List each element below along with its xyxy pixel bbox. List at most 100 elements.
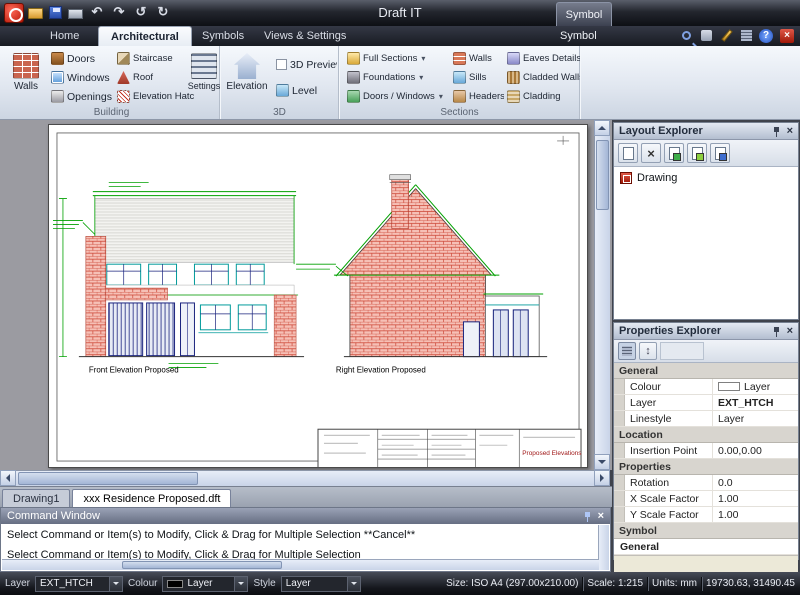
staircase-icon bbox=[117, 52, 130, 65]
help-icon[interactable]: ? bbox=[759, 29, 773, 43]
categorized-view-button[interactable] bbox=[618, 342, 636, 360]
level-button[interactable]: Level bbox=[273, 82, 337, 99]
group-label-sections: Sections bbox=[340, 107, 579, 118]
headers-button[interactable]: Headers bbox=[450, 88, 504, 105]
section-walls-button[interactable]: Walls bbox=[450, 50, 504, 67]
new-layout-icon bbox=[623, 147, 634, 160]
right-elevation[interactable]: Right Elevation Proposed bbox=[296, 175, 547, 375]
vertical-scroll-thumb[interactable] bbox=[596, 140, 609, 210]
category-properties[interactable]: Properties bbox=[614, 459, 798, 475]
front-elevation[interactable]: Front Elevation Proposed bbox=[53, 183, 304, 375]
edit-icon[interactable] bbox=[721, 29, 732, 42]
scroll-up-button[interactable] bbox=[594, 120, 610, 136]
category-location[interactable]: Location bbox=[614, 427, 798, 443]
property-row-insertion-point[interactable]: Insertion Point 0.00,0.00 bbox=[614, 443, 798, 459]
properties-explorer-header[interactable]: Properties Explorer × bbox=[614, 323, 798, 340]
sills-button[interactable]: Sills bbox=[450, 69, 504, 86]
walls-button[interactable]: Walls bbox=[6, 48, 46, 104]
scroll-down-button[interactable] bbox=[594, 454, 610, 470]
pin-icon[interactable] bbox=[772, 326, 781, 337]
colour-label: Colour bbox=[128, 578, 157, 589]
close-icon[interactable]: × bbox=[780, 29, 794, 43]
elevation-button[interactable]: Elevation bbox=[225, 48, 269, 104]
grid-icon[interactable] bbox=[741, 30, 752, 41]
property-row-x-scale[interactable]: X Scale Factor 1.00 bbox=[614, 491, 798, 507]
contextual-tab-symbol[interactable]: Symbol bbox=[556, 2, 612, 26]
opening-icon bbox=[51, 90, 64, 103]
category-general[interactable]: General bbox=[614, 363, 798, 379]
3d-preview-checkbox[interactable]: 3D Preview bbox=[273, 56, 337, 73]
property-row-colour[interactable]: Colour Layer bbox=[614, 379, 798, 395]
doors-button[interactable]: Doors bbox=[48, 50, 112, 67]
drawing-viewport[interactable]: Front Elevation Proposed bbox=[0, 120, 612, 470]
tab-architectural[interactable]: Architectural bbox=[98, 26, 192, 46]
close-panel-icon[interactable]: × bbox=[787, 326, 793, 337]
staircase-button[interactable]: Staircase bbox=[114, 50, 192, 67]
property-row-linestyle[interactable]: Linestyle Layer bbox=[614, 411, 798, 427]
title-block[interactable]: Proposed Elevations bbox=[318, 429, 582, 467]
roof-button[interactable]: Roof bbox=[114, 69, 192, 86]
dropdown-arrow-icon[interactable] bbox=[234, 577, 247, 591]
delete-layout-button[interactable]: × bbox=[641, 143, 661, 163]
cladding-button[interactable]: Cladding bbox=[504, 88, 580, 105]
foundations-button[interactable]: Foundations▾ bbox=[344, 69, 444, 86]
pin-icon[interactable] bbox=[772, 126, 781, 137]
category-symbol[interactable]: Symbol bbox=[614, 523, 798, 539]
tab-symbol[interactable]: Symbol bbox=[560, 26, 597, 46]
horizontal-scroll-thumb[interactable] bbox=[18, 472, 198, 485]
settings-button[interactable]: Settings bbox=[188, 48, 220, 104]
tab-views-settings[interactable]: Views & Settings bbox=[252, 26, 358, 46]
layout-explorer-header[interactable]: Layout Explorer × bbox=[614, 123, 798, 140]
doors-windows-button[interactable]: Doors / Windows▾ bbox=[344, 88, 448, 105]
command-window-header[interactable]: Command Window × bbox=[1, 508, 610, 524]
paste-layout-button[interactable] bbox=[710, 143, 730, 163]
tab-home[interactable]: Home bbox=[38, 26, 91, 46]
style-dropdown[interactable]: Layer bbox=[281, 576, 361, 592]
layer-label: Layer bbox=[5, 578, 30, 589]
export-layout-button[interactable] bbox=[687, 143, 707, 163]
pan-icon[interactable] bbox=[701, 30, 712, 41]
properties-explorer-title: Properties Explorer bbox=[619, 325, 721, 337]
vertical-scrollbar[interactable] bbox=[594, 120, 610, 470]
sort-icon: ↕ bbox=[645, 345, 651, 357]
layer-dropdown[interactable]: EXT_HTCH bbox=[35, 576, 123, 592]
close-panel-icon[interactable]: × bbox=[787, 126, 793, 137]
cladded-walls-icon bbox=[507, 71, 520, 84]
tab-symbols[interactable]: Symbols bbox=[190, 26, 256, 46]
colour-swatch[interactable] bbox=[718, 382, 740, 391]
scroll-right-button[interactable] bbox=[594, 470, 610, 486]
openings-button[interactable]: Openings bbox=[48, 88, 112, 105]
eaves-details-button[interactable]: Eaves Details bbox=[504, 50, 580, 67]
dropdown-arrow-icon[interactable] bbox=[109, 577, 122, 591]
command-hscrollbar[interactable] bbox=[2, 559, 599, 570]
import-layout-button[interactable] bbox=[664, 143, 684, 163]
dropdown-arrow-icon[interactable] bbox=[347, 577, 360, 591]
horizontal-scrollbar[interactable] bbox=[0, 470, 610, 486]
command-vscrollbar[interactable] bbox=[598, 525, 609, 570]
property-row-y-scale[interactable]: Y Scale Factor 1.00 bbox=[614, 507, 798, 523]
cladded-walls-button[interactable]: Cladded Walls bbox=[504, 69, 580, 86]
windows-button[interactable]: Windows bbox=[48, 69, 112, 86]
full-sections-button[interactable]: Full Sections▾ bbox=[344, 50, 444, 67]
property-row-layer[interactable]: Layer EXT_HTCH bbox=[614, 395, 798, 411]
ribbon: Walls Doors Windows Openings Staircase R… bbox=[0, 46, 800, 120]
close-panel-icon[interactable]: × bbox=[598, 511, 604, 522]
doc-tab-drawing1[interactable]: Drawing1 bbox=[2, 489, 70, 507]
alphabetical-sort-button[interactable]: ↕ bbox=[639, 342, 657, 360]
window-icon bbox=[51, 71, 64, 84]
symbol-general-row[interactable]: General bbox=[614, 539, 798, 555]
colour-dropdown[interactable]: Layer bbox=[162, 576, 248, 592]
scroll-left-button[interactable] bbox=[0, 470, 16, 486]
layout-item-drawing[interactable]: Drawing bbox=[620, 172, 792, 184]
import-layout-icon bbox=[669, 147, 680, 160]
elevation-hatch-button[interactable]: Elevation Hatch bbox=[114, 88, 194, 105]
properties-explorer-panel: Properties Explorer × ↕ General Colour L… bbox=[613, 322, 799, 560]
property-row-rotation[interactable]: Rotation 0.0 bbox=[614, 475, 798, 491]
doc-tab-residence[interactable]: xxx Residence Proposed.dft bbox=[72, 489, 231, 507]
new-layout-button[interactable] bbox=[618, 143, 638, 163]
command-scroll-thumb[interactable] bbox=[122, 561, 282, 569]
drawing-page[interactable]: Front Elevation Proposed bbox=[48, 124, 588, 468]
zoom-icon[interactable] bbox=[682, 31, 691, 40]
pin-icon[interactable] bbox=[583, 511, 592, 522]
drawing-canvas[interactable]: Front Elevation Proposed bbox=[49, 125, 587, 467]
